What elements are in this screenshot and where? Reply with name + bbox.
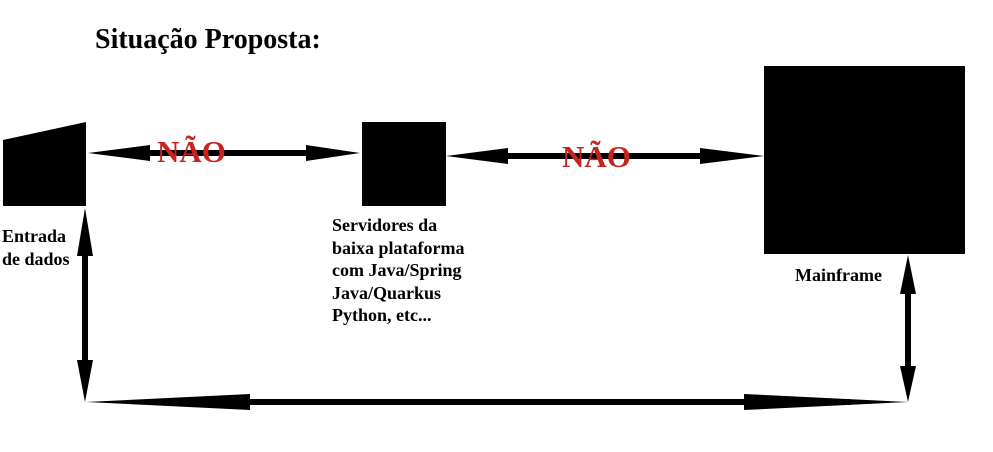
diagram-title: Situação Proposta: bbox=[95, 24, 321, 55]
mainframe-box bbox=[764, 66, 965, 254]
arrow-bottom-horizontal bbox=[86, 394, 908, 410]
servers-label: Servidores da baixa plataforma com Java/… bbox=[332, 215, 465, 325]
arrow-input-vertical bbox=[77, 208, 93, 402]
diagram-canvas: Situação Proposta: Entrada de dados Serv… bbox=[0, 0, 993, 452]
arrow-mainframe-vertical bbox=[900, 255, 916, 402]
mainframe-label: Mainframe bbox=[795, 265, 882, 285]
deny-label-servers-mainframe: NÃO bbox=[562, 139, 631, 174]
input-device-shape bbox=[3, 122, 86, 206]
input-label: Entrada de dados bbox=[2, 226, 70, 269]
servers-box bbox=[362, 122, 446, 206]
deny-label-input-servers: NÃO bbox=[157, 134, 226, 169]
architecture-diagram bbox=[3, 66, 965, 410]
